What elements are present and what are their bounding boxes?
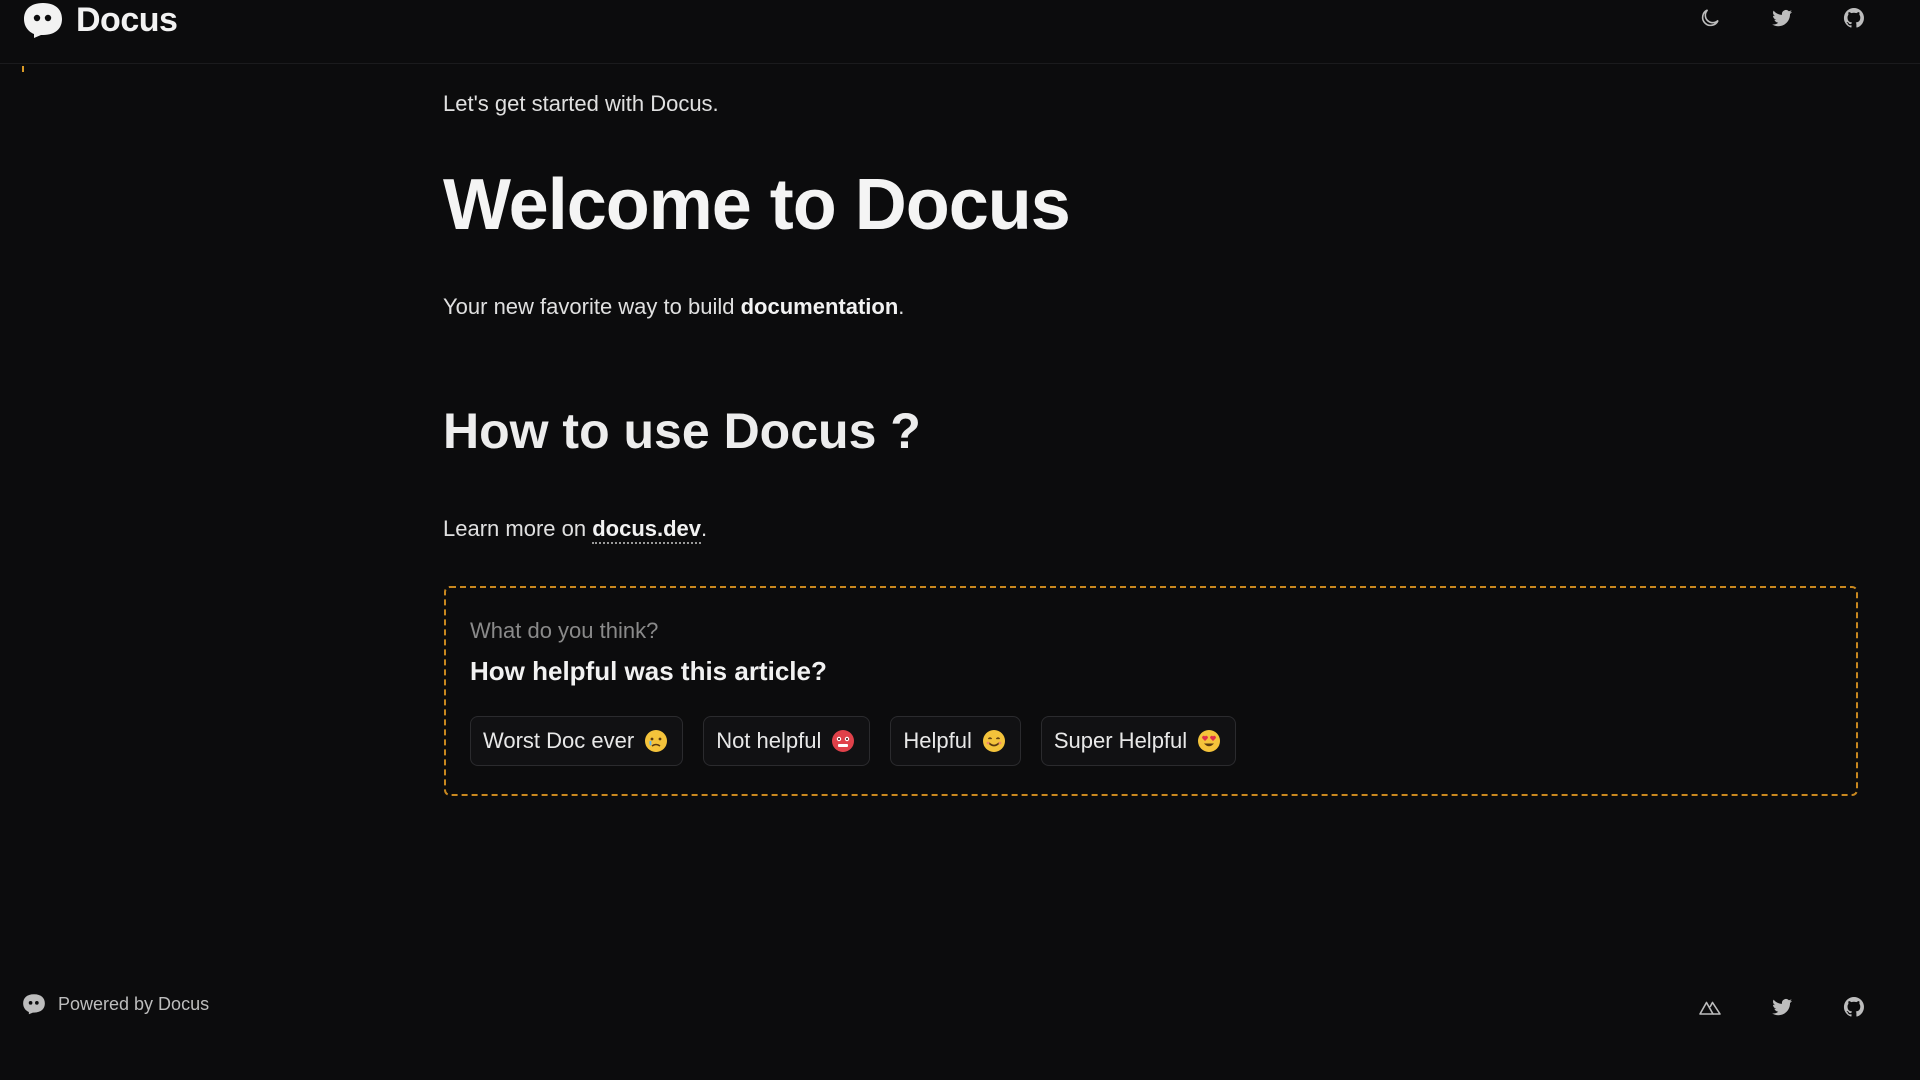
subtitle-prefix: Your new favorite way to build	[443, 294, 741, 319]
feedback-options: Worst Doc ever Not helpful Helpful Super…	[470, 716, 1237, 766]
feedback-helpful-button[interactable]: Helpful	[890, 716, 1021, 766]
crying-face-icon	[645, 730, 668, 752]
heart-eyes-face-icon	[1198, 730, 1221, 752]
feedback-widget: What do you think? How helpful was this …	[444, 586, 1858, 796]
feedback-title: How helpful was this article?	[470, 656, 827, 686]
github-icon	[1843, 996, 1864, 1017]
learn-prefix: Learn more on	[443, 516, 593, 541]
twitter-link[interactable]	[1768, 4, 1796, 32]
feedback-not-helpful-button[interactable]: Not helpful	[703, 716, 871, 766]
nuxt-link[interactable]	[1696, 993, 1724, 1021]
twitter-icon	[1772, 10, 1792, 27]
theme-toggle-button[interactable]	[1696, 4, 1724, 32]
feedback-super-helpful-button[interactable]: Super Helpful	[1040, 716, 1237, 766]
moon-icon	[1701, 9, 1719, 27]
footer: Powered by Docus	[0, 985, 1920, 1031]
feedback-worst-button[interactable]: Worst Doc ever	[470, 716, 684, 766]
feedback-option-label: Not helpful	[716, 728, 822, 753]
github-icon	[1843, 7, 1864, 28]
docus-logo-icon	[23, 994, 45, 1015]
learn-more-text: Learn more on docus.dev.	[443, 516, 708, 544]
learn-suffix: .	[701, 516, 708, 541]
powered-by-link[interactable]: Powered by Docus	[22, 993, 209, 1015]
page-title: Welcome to Docus	[443, 165, 1071, 245]
angry-face-icon	[832, 730, 855, 752]
main-content: Let's get started with Docus. Welcome to…	[443, 84, 1858, 544]
brand-name: Docus	[76, 0, 178, 39]
page: Docus Let's get started with Docus. Welc…	[0, 0, 1920, 1080]
docus-logo-icon	[24, 3, 62, 38]
twitter-icon	[1772, 999, 1792, 1016]
feedback-option-label: Helpful	[903, 728, 972, 753]
subtitle-suffix: .	[898, 294, 905, 319]
section-heading: How to use Docus ?	[443, 403, 921, 459]
smiling-face-icon	[982, 730, 1005, 752]
header-actions	[1696, 4, 1868, 32]
footer-actions	[1696, 993, 1868, 1021]
subtitle-text: Your new favorite way to build documenta…	[443, 294, 904, 320]
powered-by-text: Powered by Docus	[58, 993, 210, 1014]
github-link[interactable]	[1840, 4, 1868, 32]
footer-twitter-link[interactable]	[1768, 993, 1796, 1021]
brand-home-link[interactable]: Docus	[22, 0, 178, 40]
footer-github-link[interactable]	[1840, 993, 1868, 1021]
header-accent-mark	[22, 66, 24, 72]
top-navbar: Docus	[0, 0, 1920, 64]
nuxt-icon	[1699, 1001, 1721, 1015]
intro-text: Let's get started with Docus.	[443, 91, 719, 116]
feedback-option-label: Super Helpful	[1053, 728, 1188, 753]
feedback-option-label: Worst Doc ever	[483, 728, 635, 753]
subtitle-strong: documentation	[740, 294, 899, 319]
feedback-question: What do you think?	[470, 618, 659, 643]
docus-dev-link[interactable]: docus.dev	[592, 516, 702, 544]
